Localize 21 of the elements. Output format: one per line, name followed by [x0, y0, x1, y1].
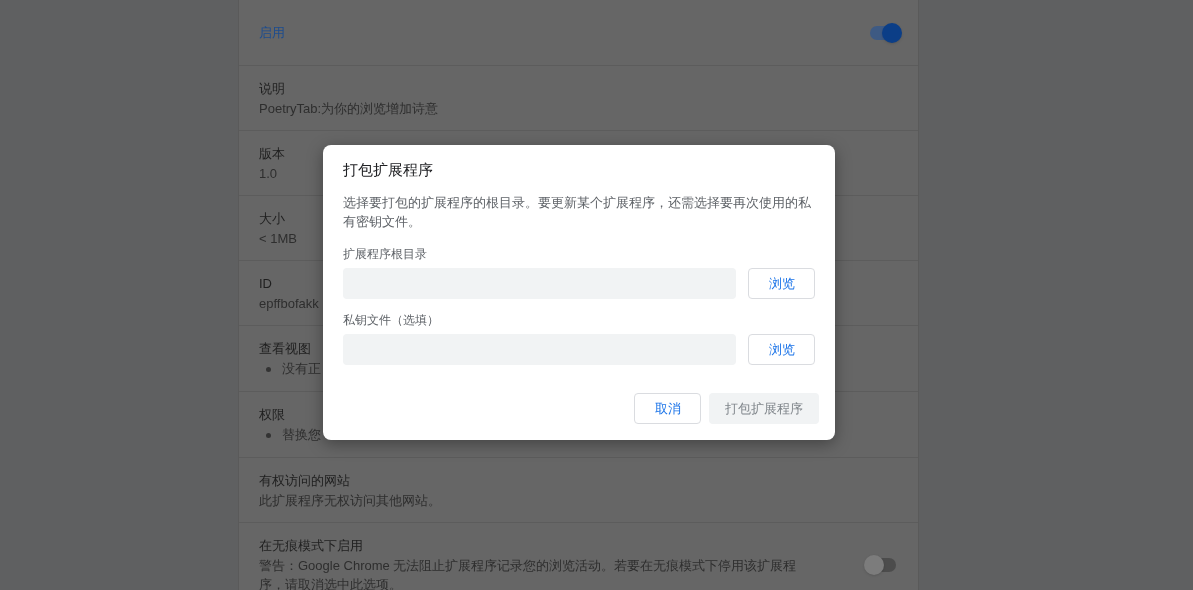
dialog-title: 打包扩展程序 [343, 160, 434, 180]
field-label: 有权访问的网站 [259, 472, 350, 490]
field-label: 大小 [259, 210, 285, 228]
browse-button[interactable]: 浏览 [748, 268, 815, 299]
field-label: 权限 [259, 406, 285, 424]
field-label: ID [259, 275, 272, 293]
toggle-label: 启用 [259, 23, 286, 42]
cancel-button[interactable]: 取消 [634, 393, 701, 424]
field-label: 版本 [259, 145, 285, 163]
field-label: 说明 [259, 80, 285, 98]
field-label: 扩展程序根目录 [343, 246, 428, 263]
field-value: 1.0 [259, 165, 279, 183]
field-value: < 1MB [259, 230, 298, 248]
browse-button[interactable]: 浏览 [748, 334, 815, 365]
field-label: 私钥文件（选填） [343, 312, 440, 329]
field-label: 查看视图 [259, 340, 311, 358]
field-label: 在无痕模式下启用 [259, 537, 363, 555]
bullet-icon [266, 366, 271, 372]
bullet-icon [266, 432, 271, 438]
field-value: epffbofakk [259, 295, 320, 313]
dialog-description: 选择要打包的扩展程序的根目录。要更新某个扩展程序，还需选择要再次使用的私有密钥文件。 [343, 195, 812, 231]
